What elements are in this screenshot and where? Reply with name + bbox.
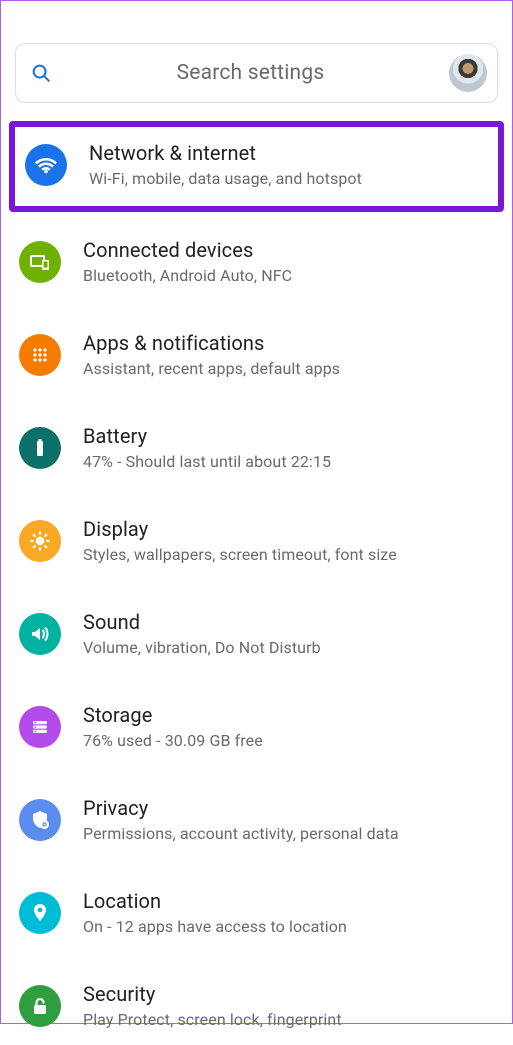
item-title: Location bbox=[83, 889, 494, 913]
highlight-network-internet: Network & internet Wi-Fi, mobile, data u… bbox=[9, 121, 504, 212]
item-subtitle: 47% - Should last until about 22:15 bbox=[83, 452, 494, 471]
item-apps-notifications[interactable]: Apps & notifications Assistant, recent a… bbox=[1, 315, 512, 394]
security-icon bbox=[19, 985, 61, 1027]
sound-icon bbox=[19, 613, 61, 655]
item-title: Privacy bbox=[83, 796, 494, 820]
item-subtitle: 76% used - 30.09 GB free bbox=[83, 731, 494, 750]
item-subtitle: Permissions, account activity, personal … bbox=[83, 824, 494, 843]
settings-list: Network & internet Wi-Fi, mobile, data u… bbox=[1, 115, 512, 1045]
item-subtitle: Styles, wallpapers, screen timeout, font… bbox=[83, 545, 494, 564]
item-title: Apps & notifications bbox=[83, 331, 494, 355]
battery-icon bbox=[19, 427, 61, 469]
item-title: Battery bbox=[83, 424, 494, 448]
item-subtitle: On - 12 apps have access to location bbox=[83, 917, 494, 936]
item-title: Security bbox=[83, 982, 494, 1006]
item-title: Storage bbox=[83, 703, 494, 727]
wifi-icon bbox=[25, 144, 67, 186]
devices-icon bbox=[19, 241, 61, 283]
item-display[interactable]: Display Styles, wallpapers, screen timeo… bbox=[1, 501, 512, 580]
privacy-icon bbox=[19, 799, 61, 841]
item-title: Connected devices bbox=[83, 238, 494, 262]
item-battery[interactable]: Battery 47% - Should last until about 22… bbox=[1, 408, 512, 487]
search-bar[interactable]: Search settings bbox=[15, 43, 498, 103]
item-security[interactable]: Security Play Protect, screen lock, fing… bbox=[1, 966, 512, 1045]
display-icon bbox=[19, 520, 61, 562]
apps-icon bbox=[19, 334, 61, 376]
item-privacy[interactable]: Privacy Permissions, account activity, p… bbox=[1, 780, 512, 859]
profile-avatar[interactable] bbox=[449, 54, 487, 92]
item-subtitle: Play Protect, screen lock, fingerprint bbox=[83, 1010, 494, 1029]
item-location[interactable]: Location On - 12 apps have access to loc… bbox=[1, 873, 512, 952]
item-title: Sound bbox=[83, 610, 494, 634]
item-subtitle: Bluetooth, Android Auto, NFC bbox=[83, 266, 494, 285]
item-storage[interactable]: Storage 76% used - 30.09 GB free bbox=[1, 687, 512, 766]
item-title: Network & internet bbox=[89, 141, 488, 165]
item-network-internet[interactable]: Network & internet Wi-Fi, mobile, data u… bbox=[15, 127, 498, 206]
item-subtitle: Volume, vibration, Do Not Disturb bbox=[83, 638, 494, 657]
location-icon bbox=[19, 892, 61, 934]
item-subtitle: Wi-Fi, mobile, data usage, and hotspot bbox=[89, 169, 488, 188]
search-placeholder: Search settings bbox=[52, 61, 449, 85]
item-connected-devices[interactable]: Connected devices Bluetooth, Android Aut… bbox=[1, 222, 512, 301]
storage-icon bbox=[19, 706, 61, 748]
item-sound[interactable]: Sound Volume, vibration, Do Not Disturb bbox=[1, 594, 512, 673]
item-subtitle: Assistant, recent apps, default apps bbox=[83, 359, 494, 378]
search-icon bbox=[30, 62, 52, 84]
item-title: Display bbox=[83, 517, 494, 541]
